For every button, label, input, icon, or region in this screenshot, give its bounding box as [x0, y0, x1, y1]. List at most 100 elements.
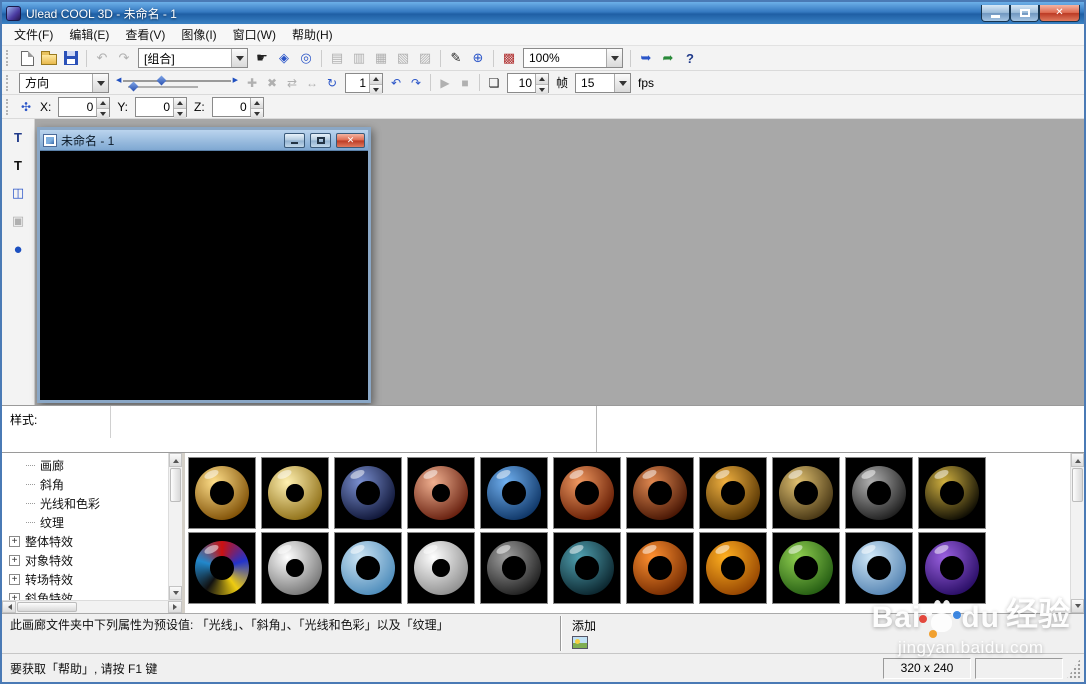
insert-text-button[interactable]: T [6, 126, 30, 148]
scroll-down-icon[interactable] [1071, 599, 1084, 613]
tree-item-light-color[interactable]: 光线和色彩 [2, 494, 168, 513]
insert-keyframe-button[interactable]: ✚ [242, 72, 262, 93]
spin-up-icon[interactable] [250, 97, 263, 109]
slider-track-2[interactable] [128, 81, 198, 92]
undo-button[interactable]: ↶ [91, 48, 113, 69]
rotate-object-button[interactable]: ↻ [322, 72, 342, 93]
gallery-thumb-gray-donut[interactable] [480, 532, 548, 604]
toolbar-grip[interactable] [6, 98, 12, 115]
gallery-thumb-gold-donut[interactable] [188, 457, 256, 529]
web-button[interactable]: ⊕ [467, 48, 489, 69]
menu-view[interactable]: 查看(V) [117, 23, 173, 46]
gallery-thumb-teal-texture-donut[interactable] [553, 532, 621, 604]
direction-combo[interactable]: 方向 [19, 72, 109, 93]
minimize-button[interactable] [981, 4, 1010, 22]
tree-horizontal-scrollbar[interactable] [2, 600, 182, 613]
group-combo[interactable]: [组合] [138, 48, 248, 68]
scroll-right-icon[interactable] [168, 601, 182, 613]
gallery-thumb-cloud-donut[interactable] [845, 532, 913, 604]
titlebar[interactable]: Ulead COOL 3D - 未命名 - 1 ✕ [2, 2, 1084, 24]
add-thumbnail-button[interactable] [572, 636, 588, 649]
gallery-scrollbar[interactable] [1070, 453, 1084, 613]
3d-canvas[interactable] [40, 151, 368, 400]
z-spinner[interactable]: 0 [211, 96, 264, 119]
axis-button[interactable]: ✣ [16, 96, 36, 117]
loop-button[interactable]: ↔ [302, 72, 322, 93]
next-keyframe-button[interactable]: ↷ [406, 72, 426, 93]
resize-grip-icon[interactable] [1067, 657, 1081, 679]
scroll-left-icon[interactable] [2, 601, 16, 613]
gallery-thumb-purple-donut[interactable] [918, 532, 986, 604]
stop-button[interactable]: ■ [455, 72, 475, 93]
spin-down-icon[interactable] [370, 84, 382, 95]
tree-item-transition-effects[interactable]: + 转场特效 [2, 570, 168, 589]
x-spinner[interactable]: 0 [58, 96, 111, 119]
dropdown-arrow-icon[interactable] [92, 73, 108, 92]
color-panel-button[interactable]: ▩ [498, 48, 520, 69]
menu-file[interactable]: 文件(F) [6, 23, 61, 46]
spin-up-icon[interactable] [97, 97, 110, 109]
tree-vertical-scrollbar[interactable] [168, 453, 182, 600]
quality-textured-button[interactable]: ▨ [414, 48, 436, 69]
maximize-button[interactable] [1010, 4, 1039, 22]
export-video-button[interactable]: ➥ [635, 48, 657, 69]
save-button[interactable] [60, 48, 82, 69]
play-button[interactable]: ▶ [435, 72, 455, 93]
expand-plus-icon[interactable]: + [9, 555, 20, 566]
annotate-button[interactable]: ✎ [445, 48, 467, 69]
edit-object-button[interactable]: ▣ [6, 210, 30, 232]
slider-handle-icon[interactable] [156, 75, 167, 85]
tree-item-bevel-effects[interactable]: + 斜角特效 [2, 589, 168, 600]
gallery-thumb-gold-bead-donut[interactable] [772, 457, 840, 529]
delete-keyframe-button[interactable]: ✖ [262, 72, 282, 93]
gallery-thumb-steel-holes-donut[interactable] [845, 457, 913, 529]
gallery-thumb-blue-swirl-donut[interactable] [334, 457, 402, 529]
document-close-button[interactable]: ✕ [336, 132, 365, 148]
quality-shaded-button[interactable]: ▧ [392, 48, 414, 69]
prev-keyframe-button[interactable]: ↶ [386, 72, 406, 93]
keyframe-slider[interactable]: ◀ ▶ [116, 73, 238, 93]
spin-down-icon[interactable] [97, 108, 110, 119]
gallery-thumb-gold-ring[interactable] [261, 457, 329, 529]
spin-down-icon[interactable] [250, 108, 263, 119]
slider-left-icon[interactable]: ◀ [116, 77, 121, 84]
gallery-thumb-amber-donut[interactable] [699, 457, 767, 529]
context-help-button[interactable]: ? [679, 48, 701, 69]
tree-item-texture[interactable]: 纹理 [2, 513, 168, 532]
spin-up-icon[interactable] [536, 73, 548, 85]
document-minimize-button[interactable] [284, 132, 305, 148]
spin-down-icon[interactable] [174, 108, 187, 119]
gallery-thumb-orange-rings-donut[interactable] [553, 457, 621, 529]
tree-item-overall-effects[interactable]: + 整体特效 [2, 532, 168, 551]
current-frame-spinner[interactable]: 1 [345, 72, 383, 95]
close-button[interactable]: ✕ [1039, 4, 1080, 22]
gallery-thumb-blue-marble-donut[interactable] [334, 532, 402, 604]
quality-flat-button[interactable]: ▦ [370, 48, 392, 69]
gallery-thumb-silver-ring[interactable] [261, 532, 329, 604]
menu-image[interactable]: 图像(I) [173, 23, 224, 46]
tree-item-bevel[interactable]: 斜角 [2, 475, 168, 494]
scroll-down-icon[interactable] [169, 586, 182, 600]
gallery-thumb-amber-gradient-donut[interactable] [699, 532, 767, 604]
expand-plus-icon[interactable]: + [9, 593, 20, 600]
menu-window[interactable]: 窗口(W) [225, 23, 284, 46]
gallery-thumb-copper-ring[interactable] [407, 457, 475, 529]
gallery-thumb-copper-donut[interactable] [626, 457, 694, 529]
spin-up-icon[interactable] [174, 97, 187, 109]
menu-edit[interactable]: 编辑(E) [61, 23, 117, 46]
document-maximize-button[interactable] [310, 132, 331, 148]
quality-outline-button[interactable]: ▥ [348, 48, 370, 69]
document-titlebar[interactable]: 未命名 - 1 ✕ [40, 130, 368, 151]
zoom-combo[interactable]: 100% [523, 48, 623, 68]
dropdown-arrow-icon[interactable] [606, 49, 622, 67]
quality-wireframe-button[interactable]: ▤ [326, 48, 348, 69]
tree-item-object-effects[interactable]: + 对象特效 [2, 551, 168, 570]
open-file-button[interactable] [38, 48, 60, 69]
slider-track[interactable] [123, 75, 231, 85]
pan-tool-button[interactable]: ☛ [251, 48, 273, 69]
toolbar-grip[interactable] [6, 50, 12, 66]
spin-down-icon[interactable] [536, 84, 548, 95]
reverse-frames-button[interactable]: ⇄ [282, 72, 302, 93]
dropdown-arrow-icon[interactable] [231, 49, 247, 67]
scroll-up-icon[interactable] [169, 453, 182, 467]
